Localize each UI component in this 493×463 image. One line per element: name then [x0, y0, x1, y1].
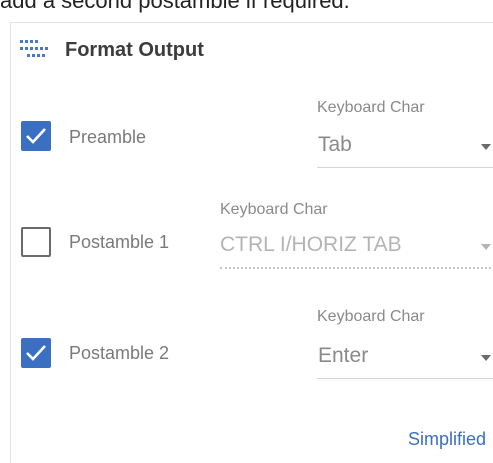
postamble-1-field-label: Keyboard Char [220, 201, 328, 218]
postamble-2-select[interactable]: Enter [318, 344, 368, 368]
postamble-1-label: Postamble 1 [69, 232, 170, 252]
check-icon [26, 128, 46, 144]
preamble-label: Preamble [69, 127, 147, 147]
chevron-down-icon[interactable] [481, 355, 491, 361]
postamble-1-select-underline [220, 267, 493, 269]
text-format-icon [20, 40, 48, 57]
postamble-2-select-underline [317, 378, 493, 379]
preamble-field-label: Keyboard Char [317, 99, 425, 116]
preamble-checkbox[interactable] [21, 121, 51, 151]
intro-text: add a second postamble if required. [0, 0, 350, 13]
postamble-2-checkbox[interactable] [21, 338, 51, 368]
postamble-2-row: Postamble 2 Keyboard Char Enter [21, 298, 493, 388]
postamble-1-select[interactable]: CTRL I/HORIZ TAB [220, 233, 402, 257]
postamble-1-checkbox[interactable] [21, 227, 51, 257]
check-icon [26, 345, 46, 361]
panel-title: Format Output [65, 38, 204, 61]
panel-header: Format Output [19, 37, 204, 63]
preamble-select-underline [317, 167, 493, 168]
preamble-row: Preamble Keyboard Char Tab [21, 81, 493, 168]
postamble-2-label: Postamble 2 [69, 343, 170, 363]
postamble-1-row: Postamble 1 Keyboard Char CTRL I/HORIZ T… [21, 183, 493, 273]
preamble-select[interactable]: Tab [318, 133, 352, 157]
postamble-2-field-label: Keyboard Char [317, 308, 425, 325]
chevron-down-icon[interactable] [481, 244, 491, 250]
chevron-down-icon[interactable] [481, 144, 491, 150]
format-output-panel: Format Output Preamble Keyboard Char Tab… [10, 22, 493, 463]
simplified-link[interactable]: Simplified [408, 429, 486, 450]
